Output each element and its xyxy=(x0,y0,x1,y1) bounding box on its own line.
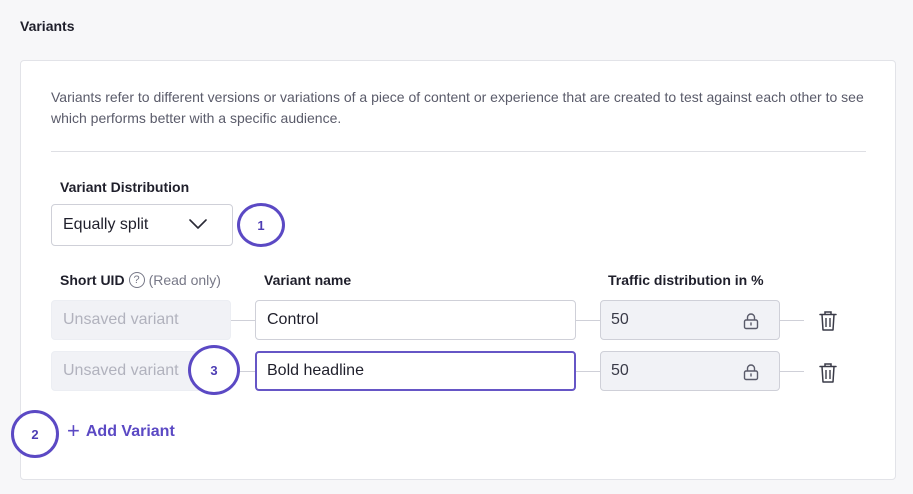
row-connector xyxy=(576,371,600,372)
add-variant-button[interactable]: + Add Variant xyxy=(67,418,175,443)
column-header-uid: Short UID ? (Read only) xyxy=(60,272,221,288)
variants-card: Variants refer to different versions or … xyxy=(20,60,896,480)
column-header-name: Variant name xyxy=(264,272,352,288)
variant-uid-field: Unsaved variant xyxy=(51,300,231,340)
traffic-value: 50 xyxy=(611,362,629,379)
row-connector xyxy=(780,320,804,321)
plus-icon: + xyxy=(67,418,80,443)
column-header-traffic: Traffic distribution in % xyxy=(608,272,764,288)
variant-name-input[interactable]: Bold headline xyxy=(255,351,576,391)
section-title: Variants xyxy=(20,18,75,34)
chevron-down-icon xyxy=(189,219,207,229)
lock-icon xyxy=(743,364,759,381)
column-header-uid-note: (Read only) xyxy=(148,272,221,288)
add-variant-label: Add Variant xyxy=(85,423,175,440)
traffic-field: 50 xyxy=(600,351,780,391)
traffic-value: 50 xyxy=(611,311,629,328)
distribution-select-value: Equally split xyxy=(63,216,149,233)
distribution-select[interactable]: Equally split xyxy=(51,204,233,246)
row-connector xyxy=(231,320,255,321)
traffic-field: 50 xyxy=(600,300,780,340)
variants-description: Variants refer to different versions or … xyxy=(51,89,864,126)
annotation-badge-3: 3 xyxy=(188,345,240,395)
trash-icon[interactable] xyxy=(818,310,838,332)
divider xyxy=(51,151,866,152)
trash-icon[interactable] xyxy=(818,362,838,384)
row-connector xyxy=(576,320,600,321)
lock-icon xyxy=(743,313,759,330)
distribution-label: Variant Distribution xyxy=(60,179,190,195)
column-header-uid-label: Short UID xyxy=(60,272,125,288)
annotation-badge-2: 2 xyxy=(11,410,59,458)
variant-name-input[interactable]: Control xyxy=(255,300,576,340)
question-circle-icon[interactable]: ? xyxy=(128,272,145,288)
annotation-badge-1: 1 xyxy=(237,203,285,247)
row-connector xyxy=(780,371,804,372)
